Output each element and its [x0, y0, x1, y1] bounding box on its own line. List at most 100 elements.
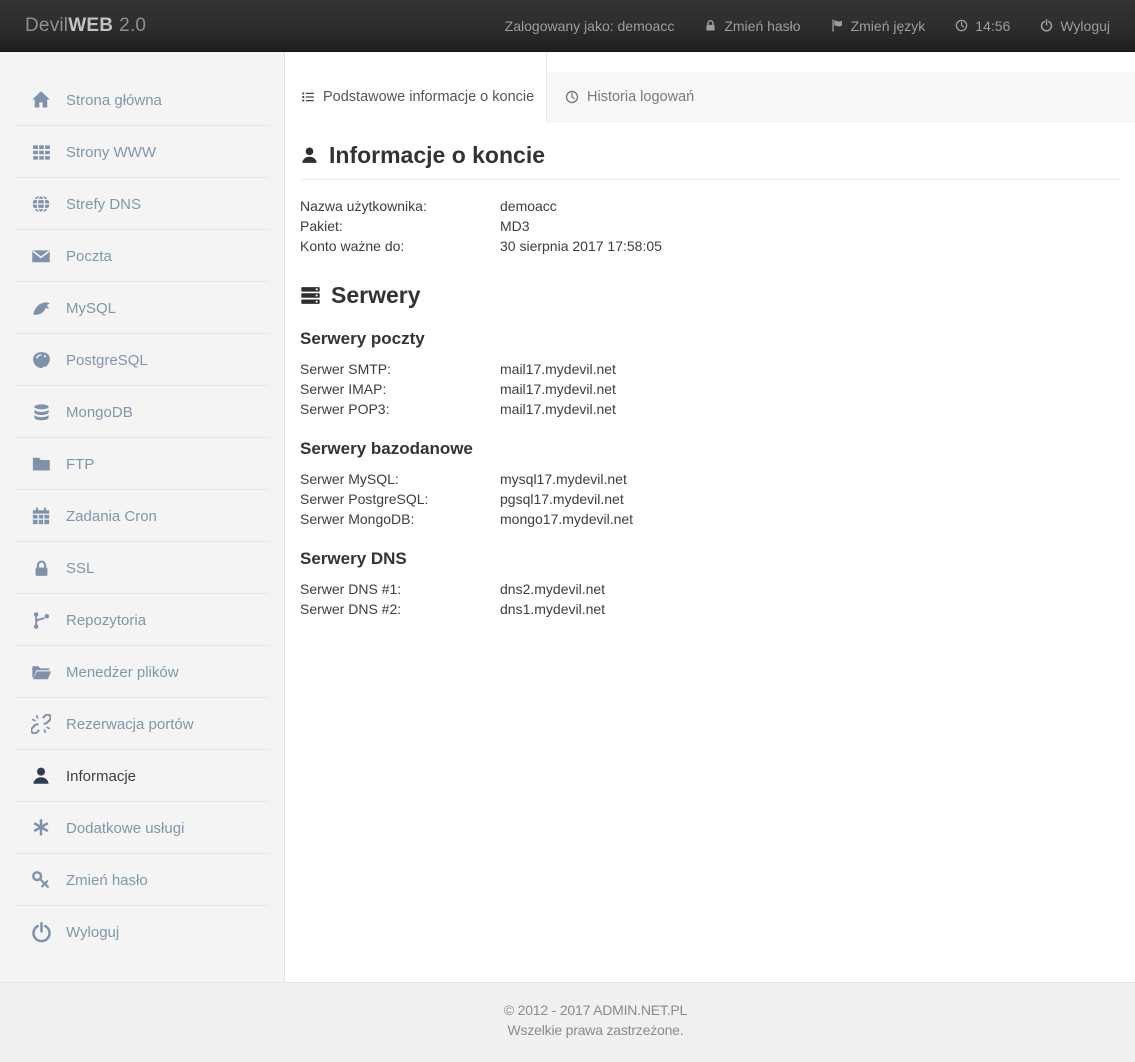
navbar-menu: Zalogowany jako: demoacc Zmień hasło Zmi… [505, 18, 1110, 34]
row-value: pgsql17.mydevil.net [500, 489, 624, 509]
tab-bar: Podstawowe informacje o koncie Historia … [285, 52, 1135, 122]
row-value: mail17.mydevil.net [500, 359, 616, 379]
sidebar: Strona główna Strony WWW Strefy DNS Pocz… [0, 52, 285, 982]
sidebar-item-wyloguj[interactable]: Wyloguj [0, 906, 284, 958]
footer-copyright: © 2012 - 2017 ADMIN.NET.PL [56, 1000, 1135, 1020]
change-language-label: Zmień język [851, 18, 926, 34]
row-label: Konto ważne do: [300, 236, 500, 256]
broken-link-icon [28, 714, 54, 734]
sidebar-item-label: Zadania Cron [66, 508, 157, 525]
sidebar-item-rezerwacja-portow[interactable]: Rezerwacja portów [0, 698, 284, 750]
mail-servers-rows: Serwer SMTP: mail17.mydevil.net Serwer I… [300, 359, 1120, 419]
row-value: mail17.mydevil.net [500, 379, 616, 399]
sidebar-item-mongodb[interactable]: MongoDB [0, 386, 284, 438]
page-footer: © 2012 - 2017 ADMIN.NET.PL Wszelkie praw… [0, 982, 1135, 1062]
tab-label: Podstawowe informacje o koncie [323, 89, 534, 105]
sidebar-item-label: Menedżer plików [66, 664, 179, 681]
home-icon [28, 90, 54, 110]
code-branch-icon [28, 611, 54, 630]
mail-servers-subheading: Serwery poczty [300, 329, 1120, 349]
sidebar-item-label: PostgreSQL [66, 352, 148, 369]
brand-bold: WEB [68, 15, 113, 37]
sidebar-item-label: Poczta [66, 248, 112, 265]
sidebar-item-label: Strony WWW [66, 144, 156, 161]
row-label: Pakiet: [300, 216, 500, 236]
folder-icon [28, 454, 54, 474]
tab-basic-account-info[interactable]: Podstawowe informacje o koncie [285, 52, 547, 122]
sidebar-item-zadania-cron[interactable]: Zadania Cron [0, 490, 284, 542]
top-navbar: DevilWEB 2.0 Zalogowany jako: demoacc Zmi… [0, 0, 1135, 52]
server-row: Serwer MySQL: mysql17.mydevil.net [300, 469, 1120, 489]
sidebar-item-label: Informacje [66, 768, 136, 785]
brand-light: Devil [25, 15, 68, 37]
sidebar-item-ftp[interactable]: FTP [0, 438, 284, 490]
row-label: Serwer POP3: [300, 399, 500, 419]
database-servers-subheading: Serwery bazodanowe [300, 439, 1120, 459]
logout-label: Wyloguj [1060, 18, 1110, 34]
servers-title: Serwery [331, 282, 421, 309]
server-row: Serwer IMAP: mail17.mydevil.net [300, 379, 1120, 399]
navbar-change-language[interactable]: Zmień język [831, 18, 926, 34]
server-row: Serwer DNS #2: dns1.mydevil.net [300, 599, 1120, 619]
postgresql-elephant-icon [28, 350, 54, 371]
sidebar-item-poczta[interactable]: Poczta [0, 230, 284, 282]
sidebar-item-repozytoria[interactable]: Repozytoria [0, 594, 284, 646]
flag-icon [831, 19, 844, 32]
account-row: Konto ważne do: 30 sierpnia 2017 17:58:0… [300, 236, 1120, 256]
sidebar-item-mysql[interactable]: MySQL [0, 282, 284, 334]
lock-icon [704, 19, 717, 32]
logged-in-text: Zalogowany jako: demoacc [505, 18, 675, 34]
sidebar-item-strony-www[interactable]: Strony WWW [0, 126, 284, 178]
asterisk-icon [28, 818, 54, 838]
dns-servers-subheading: Serwery DNS [300, 549, 1120, 569]
time-text: 14:56 [975, 18, 1010, 34]
sidebar-item-strona-glowna[interactable]: Strona główna [0, 74, 284, 126]
account-info-rows: Nazwa użytkownika: demoacc Pakiet: MD3 K… [300, 196, 1120, 256]
server-icon [300, 285, 321, 306]
tab-login-history[interactable]: Historia logowań [547, 72, 694, 121]
sidebar-item-informacje[interactable]: Informacje [0, 750, 284, 802]
main-panel: Podstawowe informacje o koncie Historia … [285, 52, 1135, 982]
row-value: MD3 [500, 216, 530, 236]
sidebar-item-label: Repozytoria [66, 612, 146, 629]
row-label: Serwer DNS #1: [300, 579, 500, 599]
sidebar-item-label: Wyloguj [66, 924, 119, 941]
sidebar-item-label: Dodatkowe usługi [66, 820, 184, 837]
row-value: mongo17.mydevil.net [500, 509, 633, 529]
sidebar-item-label: MySQL [66, 300, 116, 317]
sidebar-item-menedzer-plikow[interactable]: Menedżer plików [0, 646, 284, 698]
row-label: Serwer MongoDB: [300, 509, 500, 529]
row-value: demoacc [500, 196, 557, 216]
sidebar-item-dodatkowe-uslugi[interactable]: Dodatkowe usługi [0, 802, 284, 854]
server-row: Serwer DNS #1: dns2.mydevil.net [300, 579, 1120, 599]
clock-icon [955, 19, 968, 32]
list-icon [301, 90, 315, 104]
servers-heading: Serwery [300, 282, 1120, 309]
row-value: dns2.mydevil.net [500, 579, 605, 599]
brand-version: 2.0 [119, 15, 146, 37]
user-icon [300, 146, 319, 165]
power-icon [28, 922, 54, 943]
clock-icon [565, 90, 579, 104]
footer-rights: Wszelkie prawa zastrzeżone. [56, 1020, 1135, 1040]
sidebar-item-postgresql[interactable]: PostgreSQL [0, 334, 284, 386]
server-row: Serwer SMTP: mail17.mydevil.net [300, 359, 1120, 379]
tab-label: Historia logowań [587, 89, 694, 105]
key-icon [28, 870, 54, 890]
row-value: 30 sierpnia 2017 17:58:05 [500, 236, 662, 256]
account-row: Pakiet: MD3 [300, 216, 1120, 236]
row-label: Serwer IMAP: [300, 379, 500, 399]
sidebar-item-ssl[interactable]: SSL [0, 542, 284, 594]
content-area: Informacje o koncie Nazwa użytkownika: d… [285, 122, 1135, 649]
change-password-label: Zmień hasło [724, 18, 800, 34]
sidebar-item-strefy-dns[interactable]: Strefy DNS [0, 178, 284, 230]
sidebar-item-zmien-haslo[interactable]: Zmień hasło [0, 854, 284, 906]
folder-open-icon [28, 662, 54, 683]
row-label: Nazwa użytkownika: [300, 196, 500, 216]
navbar-change-password[interactable]: Zmień hasło [704, 18, 800, 34]
app-brand[interactable]: DevilWEB 2.0 [25, 15, 146, 37]
server-row: Serwer MongoDB: mongo17.mydevil.net [300, 509, 1120, 529]
globe-icon [28, 194, 54, 214]
dns-servers-rows: Serwer DNS #1: dns2.mydevil.net Serwer D… [300, 579, 1120, 619]
navbar-logout[interactable]: Wyloguj [1040, 18, 1110, 34]
